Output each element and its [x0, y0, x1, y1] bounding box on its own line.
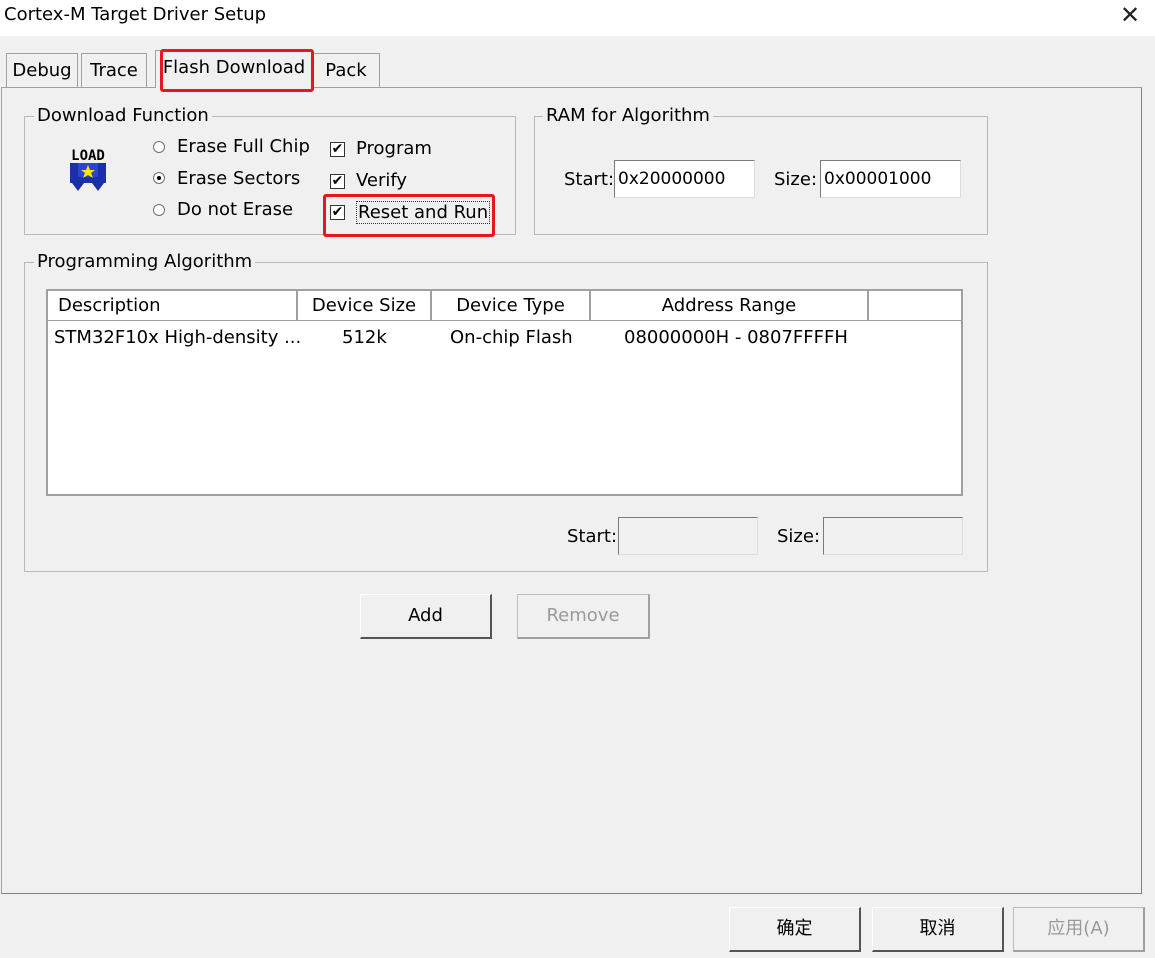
checkbox-verify[interactable]: ✔ [330, 174, 345, 189]
column-header-description[interactable]: Description [48, 291, 298, 321]
algorithm-start-input[interactable] [618, 517, 758, 555]
programming-algorithm-legend: Programming Algorithm [34, 251, 256, 272]
program-label: Program [356, 138, 432, 159]
reset-and-run-label: Reset and Run [356, 201, 491, 224]
radio-do-not-erase[interactable] [153, 204, 165, 216]
load-icon-text: LOAD [71, 148, 105, 164]
tab-pack[interactable]: Pack [312, 53, 380, 87]
algorithm-start-label: Start: [567, 526, 618, 547]
table-row[interactable]: STM32F10x High-density ... 512k On-chip … [48, 325, 961, 355]
algorithm-size-label: Size: [777, 526, 821, 547]
close-icon[interactable]: ✕ [1117, 2, 1143, 28]
radio-erase-full-chip[interactable] [153, 141, 165, 153]
download-function-legend: Download Function [34, 105, 212, 126]
do-not-erase-label: Do not Erase [177, 199, 294, 220]
load-icon: LOAD [64, 145, 112, 193]
algorithm-list[interactable]: Description Device Size Device Type Addr… [46, 289, 963, 496]
tab-debug[interactable]: Debug [6, 53, 78, 87]
tab-trace[interactable]: Trace [81, 53, 147, 87]
cell-description: STM32F10x High-density ... [54, 327, 302, 348]
ram-size-input[interactable] [820, 160, 961, 198]
apply-button[interactable]: 应用(A) [1013, 907, 1145, 952]
ram-start-label: Start: [564, 169, 615, 190]
ram-size-label: Size: [774, 169, 818, 190]
cell-device-size: 512k [342, 327, 387, 348]
column-header-empty [869, 291, 961, 321]
erase-full-chip-label: Erase Full Chip [177, 136, 310, 157]
ram-for-algorithm-legend: RAM for Algorithm [543, 105, 713, 126]
erase-sectors-label: Erase Sectors [177, 168, 301, 189]
cancel-button[interactable]: 取消 [872, 907, 1004, 952]
remove-button[interactable]: Remove [517, 594, 650, 639]
window-title: Cortex-M Target Driver Setup [4, 4, 267, 25]
column-header-device-size[interactable]: Device Size [298, 291, 432, 321]
verify-label: Verify [356, 170, 408, 191]
column-header-device-type[interactable]: Device Type [432, 291, 591, 321]
ram-start-input[interactable] [614, 160, 755, 198]
cell-device-type: On-chip Flash [450, 327, 573, 348]
add-button[interactable]: Add [360, 594, 492, 639]
column-header-address-range[interactable]: Address Range [591, 291, 869, 321]
checkbox-program[interactable]: ✔ [330, 142, 345, 157]
tab-flash-download[interactable]: Flash Download [155, 50, 313, 88]
cell-address-range: 08000000H - 0807FFFFH [624, 327, 848, 348]
checkbox-reset-and-run[interactable]: ✔ [330, 205, 345, 220]
ok-button[interactable]: 确定 [729, 907, 861, 952]
algorithm-size-input[interactable] [823, 517, 963, 555]
radio-erase-sectors[interactable] [153, 172, 165, 184]
